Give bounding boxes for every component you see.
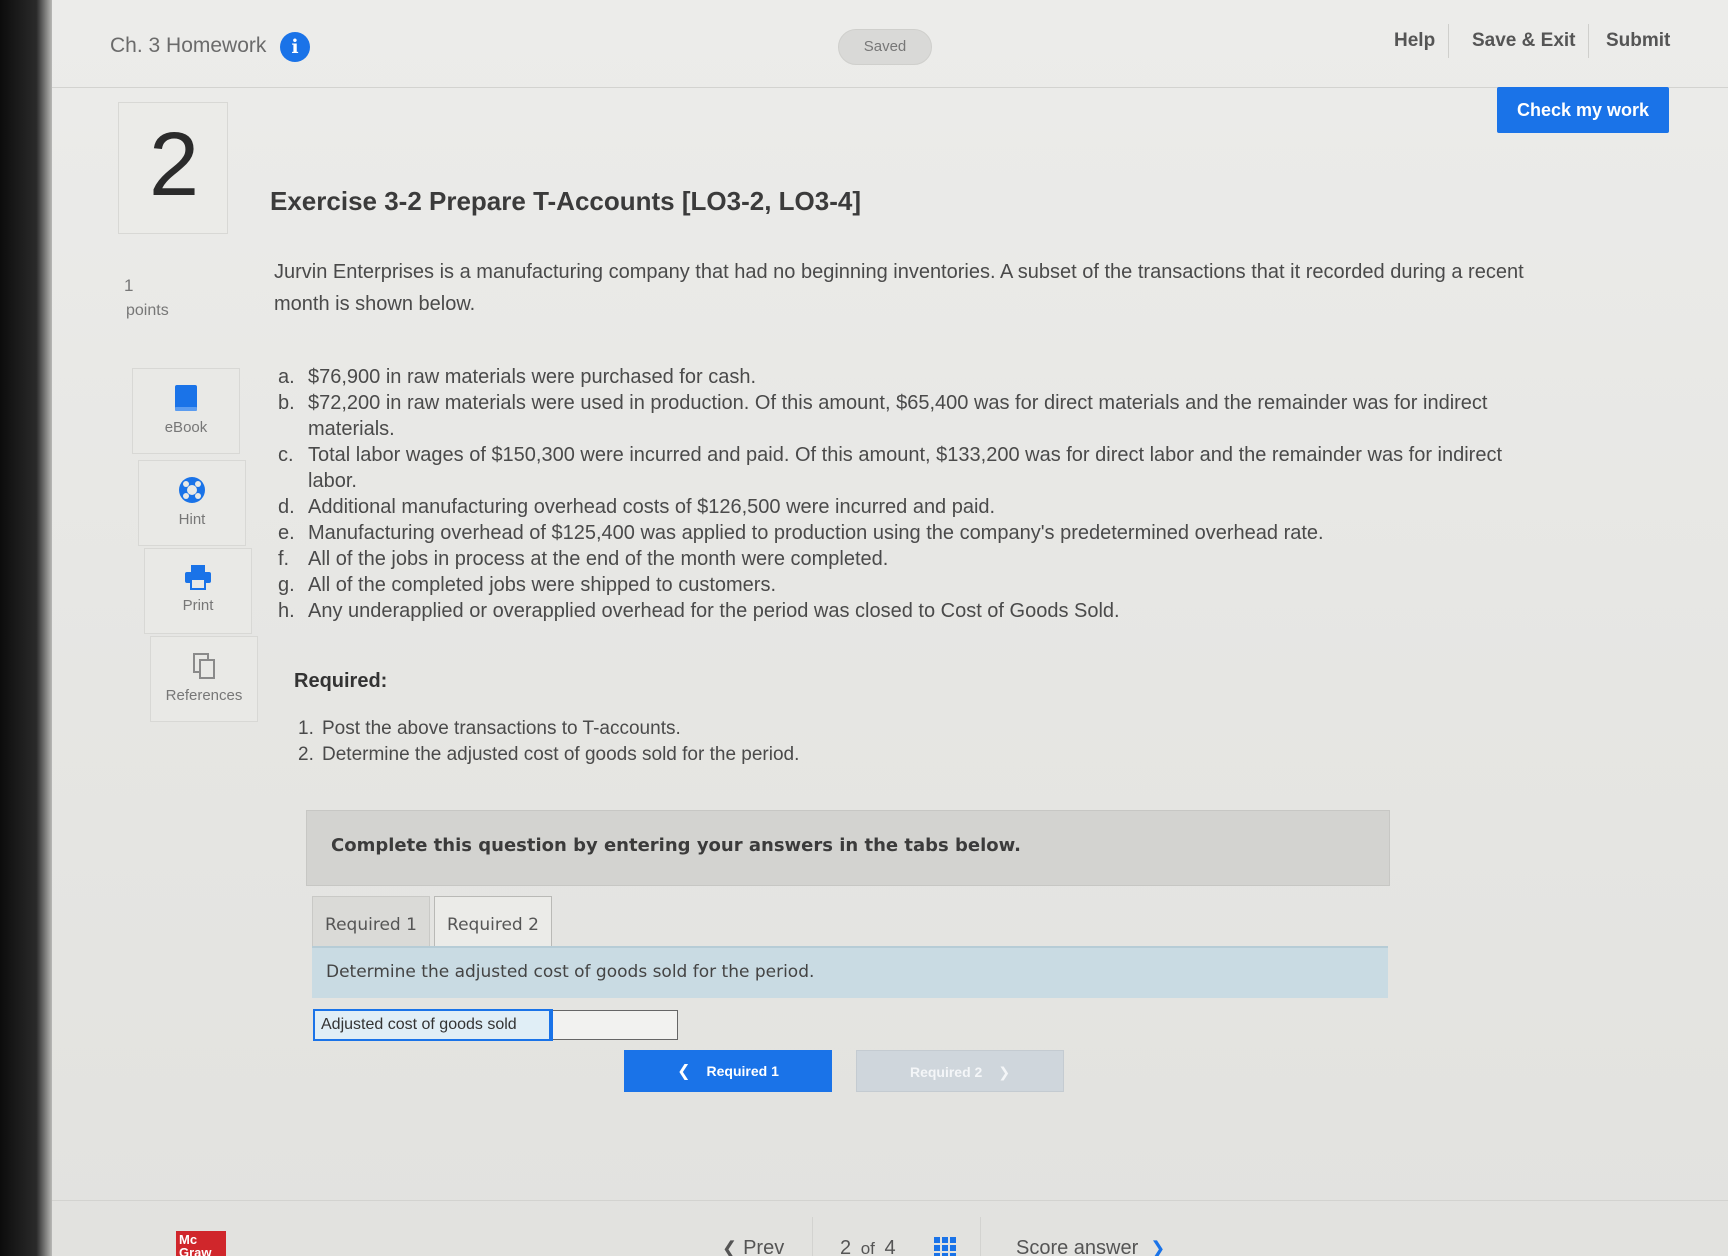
hint-button[interactable]: Hint <box>138 460 246 546</box>
list-item: h. Any underapplied or overapplied overhe… <box>278 598 1528 624</box>
adjusted-cogs-input[interactable] <box>553 1011 677 1039</box>
list-item: d. Additional manufacturing overhead cost… <box>278 494 1528 520</box>
instructions-text: Complete this question by entering your … <box>331 835 1021 856</box>
bottom-footer: Mc Graw ❮ Prev 2 of 4 Score answer ❯ <box>52 1200 1728 1256</box>
required-list: 1. Post the above transactions to T-accou… <box>298 716 799 768</box>
list-item: 2. Determine the adjusted cost of goods s… <box>298 742 799 768</box>
item-text: Any underapplied or overapplied overhead… <box>308 600 1120 622</box>
answer-row-label: Adjusted cost of goods sold <box>313 1009 553 1041</box>
item-letter: h. <box>278 600 295 622</box>
chevron-left-icon: ❮ <box>677 1063 691 1080</box>
tab-prompt-text: Determine the adjusted cost of goods sol… <box>326 962 815 982</box>
hint-label: Hint <box>178 511 206 528</box>
points-value: 1 <box>124 276 134 295</box>
transactions-list: a. $76,900 in raw materials were purchase… <box>278 364 1528 624</box>
item-text: $72,200 in raw materials were used in pr… <box>308 392 1488 440</box>
header-divider <box>1448 24 1449 58</box>
prev-question-button[interactable]: ❮ Prev <box>722 1237 784 1256</box>
book-icon <box>175 385 197 411</box>
submit-link[interactable]: Submit <box>1606 30 1670 52</box>
footer-divider <box>812 1217 813 1256</box>
chevron-right-icon: ❯ <box>998 1064 1011 1080</box>
header-divider <box>1588 24 1589 58</box>
grid-icon[interactable] <box>934 1237 956 1256</box>
top-header: Ch. 3 Homework i Saved Help Save & Exit … <box>52 0 1728 88</box>
of-label: of <box>860 1239 875 1256</box>
next-required-label: Required 2 <box>909 1064 983 1080</box>
item-text: Total labor wages of $150,300 were incur… <box>308 444 1503 492</box>
instructions-banner: Complete this question by entering your … <box>306 810 1390 886</box>
list-item: f. All of the jobs in process at the end … <box>278 546 1528 572</box>
print-button[interactable]: Print <box>144 548 252 634</box>
prev-required-button[interactable]: ❮ Required 1 <box>624 1050 832 1092</box>
item-letter: d. <box>278 496 295 518</box>
references-label: References <box>165 687 243 704</box>
documents-icon <box>193 653 215 679</box>
item-text: All of the completed jobs were shipped t… <box>308 574 777 596</box>
score-answer-label: Score answer <box>1016 1237 1139 1256</box>
item-text: Post the above transactions to T-account… <box>322 718 681 739</box>
list-item: a. $76,900 in raw materials were purchase… <box>278 364 1528 390</box>
question-number-box: 2 <box>118 102 228 234</box>
list-item: b. $72,200 in raw materials were used in … <box>278 390 1528 442</box>
item-letter: a. <box>278 366 295 388</box>
list-item: e. Manufacturing overhead of $125,400 was… <box>278 520 1528 546</box>
points-label: points <box>126 302 169 319</box>
item-letter: g. <box>278 574 295 596</box>
score-answer-button[interactable]: Score answer ❯ <box>1016 1237 1165 1256</box>
footer-divider <box>980 1217 981 1256</box>
current-page: 2 <box>840 1237 852 1256</box>
tab-prompt: Determine the adjusted cost of goods sol… <box>312 946 1388 998</box>
ebook-button[interactable]: eBook <box>132 368 240 454</box>
monitor-bezel <box>0 0 52 1256</box>
question-number: 2 <box>148 115 200 215</box>
logo-text: Graw <box>179 1245 212 1256</box>
ebook-label: eBook <box>164 419 208 436</box>
item-letter: c. <box>278 444 294 466</box>
prev-label: Prev <box>743 1237 785 1256</box>
question-intro: Jurvin Enterprises is a manufacturing co… <box>274 261 1524 315</box>
item-text: Determine the adjusted cost of goods sol… <box>322 744 800 765</box>
item-number: 1. <box>298 718 314 739</box>
chevron-left-icon: ❮ <box>722 1238 738 1256</box>
list-item: g. All of the completed jobs were shipped… <box>278 572 1528 598</box>
printer-icon <box>185 565 211 590</box>
assignment-title: Ch. 3 Homework <box>110 34 267 57</box>
save-exit-link[interactable]: Save & Exit <box>1472 30 1576 52</box>
item-text: All of the jobs in process at the end of… <box>308 548 889 570</box>
next-required-button[interactable]: Required 2 ❯ <box>856 1050 1064 1092</box>
list-item: 1. Post the above transactions to T-accou… <box>298 716 799 742</box>
info-icon[interactable]: i <box>280 32 310 62</box>
item-letter: b. <box>278 392 295 414</box>
item-text: Additional manufacturing overhead costs … <box>308 496 996 518</box>
prev-required-label: Required 1 <box>706 1063 779 1079</box>
item-letter: f. <box>278 548 290 570</box>
chevron-right-icon: ❯ <box>1150 1238 1166 1256</box>
assignment-screen: Ch. 3 Homework i Saved Help Save & Exit … <box>52 0 1728 1256</box>
mcgraw-logo: Mc Graw <box>176 1231 226 1256</box>
answer-row: Adjusted cost of goods sold <box>313 1009 678 1041</box>
total-pages: 4 <box>884 1237 896 1256</box>
lifebuoy-icon <box>179 477 205 503</box>
item-text: Manufacturing overhead of $125,400 was a… <box>308 522 1324 544</box>
exercise-title: Exercise 3-2 Prepare T-Accounts [LO3-2, … <box>270 186 861 216</box>
required-heading: Required: <box>294 670 388 692</box>
references-button[interactable]: References <box>150 636 258 722</box>
saved-status-badge: Saved <box>838 29 932 65</box>
item-number: 2. <box>298 744 314 765</box>
item-text: $76,900 in raw materials were purchased … <box>308 366 757 388</box>
page-indicator: 2 of 4 <box>840 1237 896 1256</box>
list-item: c. Total labor wages of $150,300 were inc… <box>278 442 1528 494</box>
check-my-work-button[interactable]: Check my work <box>1497 87 1669 133</box>
help-link[interactable]: Help <box>1394 30 1435 52</box>
item-letter: e. <box>278 522 295 544</box>
print-label: Print <box>182 597 214 614</box>
